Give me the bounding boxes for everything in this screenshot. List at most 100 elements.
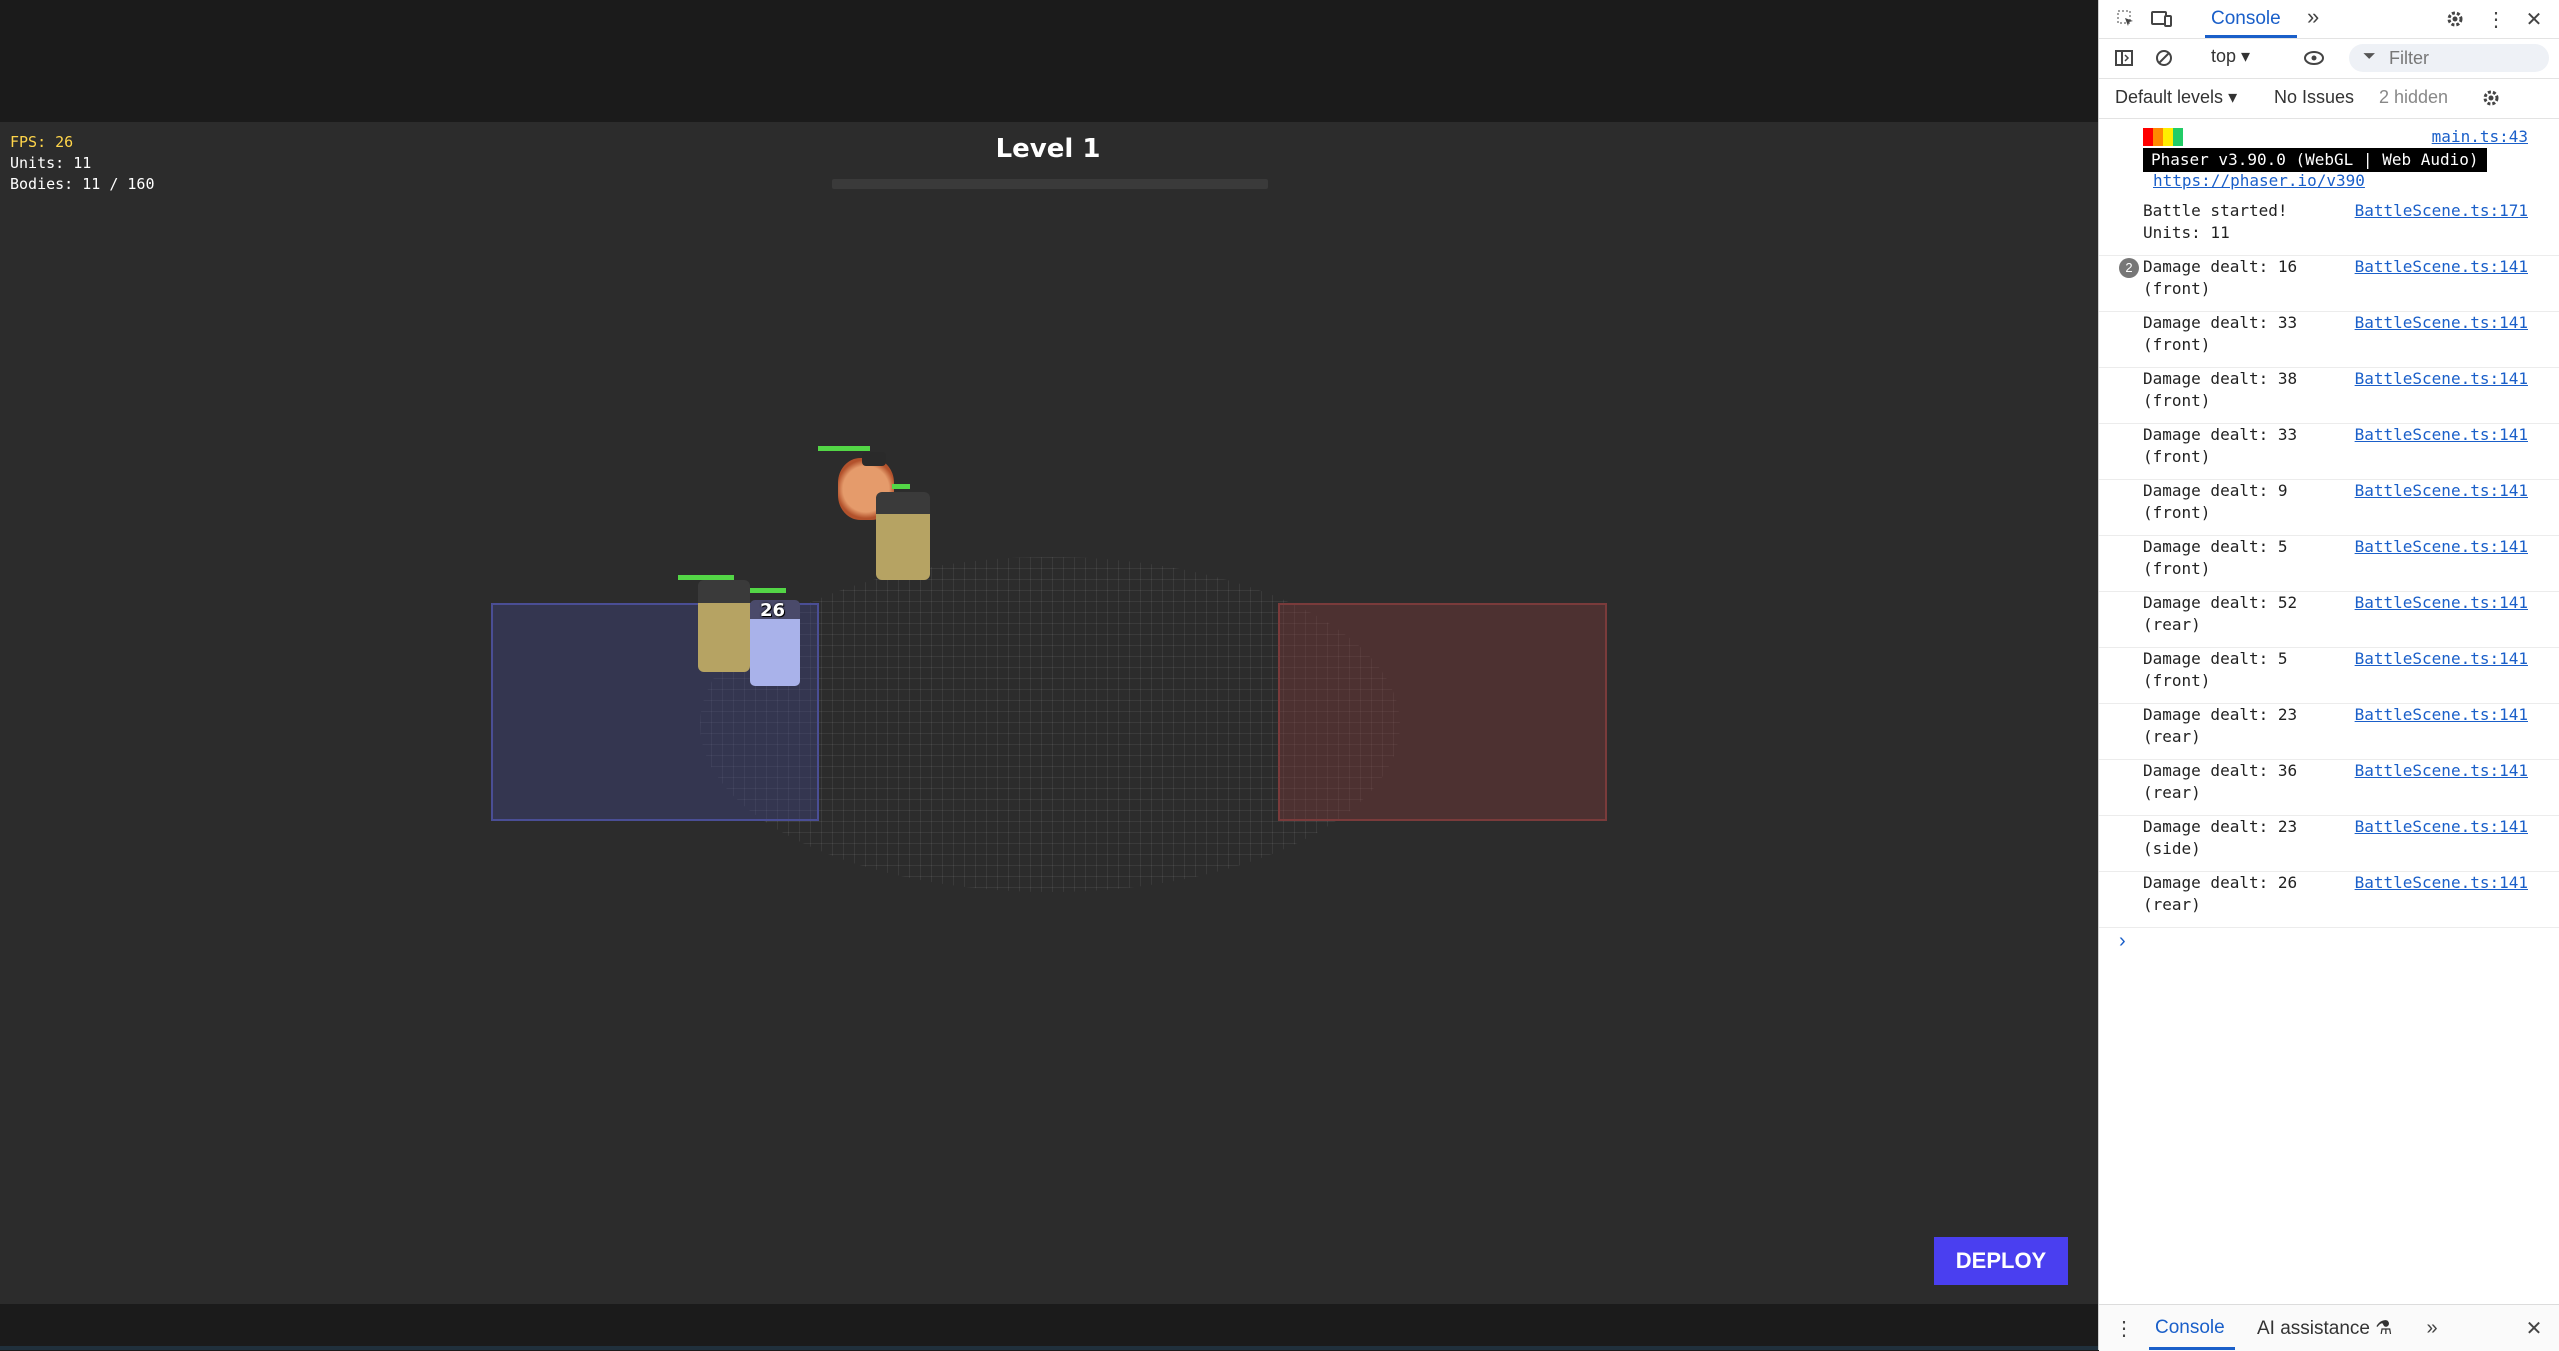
filter-placeholder: Filter: [2389, 48, 2429, 68]
console-message: Damage dealt: 5 (front) BattleScene.ts:14…: [2099, 648, 2559, 704]
unit-head: [862, 452, 886, 466]
game-canvas[interactable]: FPS: 26 Units: 11 Bodies: 11 / 160 Level…: [0, 122, 2098, 1304]
flask-icon: ⚗: [2375, 1318, 2393, 1339]
message-text: Damage dealt: 5 (front): [2143, 649, 2288, 690]
console-message: Damage dealt: 36 (rear) BattleScene.ts:14…: [2099, 760, 2559, 816]
default-levels-dropdown[interactable]: Default levels ▾: [2115, 87, 2237, 108]
message-source-link[interactable]: BattleScene.ts:141: [2355, 536, 2528, 558]
message-text: Damage dealt: 5 (front): [2143, 537, 2288, 578]
deploy-button[interactable]: DEPLOY: [1934, 1237, 2068, 1285]
message-source-link[interactable]: BattleScene.ts:141: [2355, 816, 2528, 838]
message-source-link[interactable]: BattleScene.ts:141: [2355, 872, 2528, 894]
message-source-link[interactable]: BattleScene.ts:141: [2355, 256, 2528, 278]
devtools-panel: Console » ⋮ ✕ top ▾ ⏷ Filter Default lev…: [2098, 0, 2559, 1351]
message-text: Damage dealt: 9 (front): [2143, 481, 2288, 522]
message-source-link[interactable]: BattleScene.ts:141: [2355, 312, 2528, 334]
tab-console[interactable]: Console: [2211, 8, 2281, 30]
drawer-tab-console[interactable]: Console: [2155, 1317, 2225, 1339]
message-source-link[interactable]: BattleScene.ts:141: [2355, 368, 2528, 390]
message-source-link[interactable]: BattleScene.ts:141: [2355, 704, 2528, 726]
console-message: Damage dealt: 23 (side) BattleScene.ts:14…: [2099, 816, 2559, 872]
console-message: Battle started! Units: 11 BattleScene.ts:…: [2099, 200, 2559, 256]
filter-icon: ⏷: [2363, 48, 2376, 65]
message-text: Damage dealt: 52 (rear): [2143, 593, 2298, 634]
message-text: Battle started! Units: 11: [2143, 201, 2288, 242]
console-message: Damage dealt: 33 (front) BattleScene.ts:1…: [2099, 424, 2559, 480]
drawer-tabbar: ⋮ Console AI assistance ⚗ » ✕: [2099, 1304, 2559, 1351]
more-tabs-icon[interactable]: »: [2307, 4, 2319, 30]
close-devtools-icon[interactable]: ✕: [2523, 8, 2545, 31]
console-message: Damage dealt: 9 (front) BattleScene.ts:14…: [2099, 480, 2559, 536]
repeat-count-badge: 2: [2119, 258, 2139, 278]
message-source-link[interactable]: BattleScene.ts:141: [2355, 424, 2528, 446]
drawer-tab-ai-assistance[interactable]: AI assistance ⚗: [2257, 1317, 2392, 1340]
default-levels-label: Default levels: [2115, 87, 2224, 107]
context-selector-label: top: [2211, 46, 2237, 66]
issues-counter[interactable]: No Issues: [2274, 87, 2354, 108]
units-counter: Units: 11: [10, 154, 92, 172]
inspect-element-icon[interactable]: [2115, 8, 2137, 30]
console-message: Damage dealt: 26 (rear) BattleScene.ts:14…: [2099, 872, 2559, 928]
debug-hud: FPS: 26 Units: 11 Bodies: 11 / 160: [10, 132, 155, 195]
console-message: 2 Damage dealt: 16 (front) BattleScene.ts:…: [2099, 256, 2559, 312]
message-text: Damage dealt: 16 (front): [2143, 257, 2298, 298]
level-title: Level 1: [995, 134, 1101, 164]
filter-input[interactable]: ⏷ Filter: [2349, 44, 2549, 72]
console-message: Damage dealt: 33 (front) BattleScene.ts:1…: [2099, 312, 2559, 368]
enemy-deploy-zone: [1278, 603, 1607, 821]
phaser-color-bars: [2143, 128, 2183, 146]
message-source-link[interactable]: BattleScene.ts:141: [2355, 648, 2528, 670]
console-message: Damage dealt: 52 (rear) BattleScene.ts:14…: [2099, 592, 2559, 648]
context-selector[interactable]: top ▾: [2211, 46, 2250, 67]
unit-hp-bar: [892, 484, 910, 489]
clear-console-icon[interactable]: [2153, 47, 2175, 69]
console-toolbar: top ▾ ⏷ Filter: [2099, 38, 2559, 79]
console-settings-gear-icon[interactable]: [2480, 87, 2502, 109]
sidebar-toggle-icon[interactable]: [2113, 47, 2135, 69]
live-expression-eye-icon[interactable]: [2303, 47, 2325, 69]
damage-popup: 26: [760, 600, 786, 621]
devtools-tabbar: Console » ⋮ ✕: [2099, 0, 2559, 39]
fps-counter: FPS: 26: [10, 133, 74, 151]
message-text: Damage dealt: 38 (front): [2143, 369, 2298, 410]
ai-assistance-label: AI assistance: [2257, 1318, 2370, 1339]
bottom-bar: [0, 1304, 2098, 1350]
bottom-divider: [0, 1346, 2098, 1350]
message-source-link[interactable]: BattleScene.ts:141: [2355, 592, 2528, 614]
message-source-link[interactable]: BattleScene.ts:141: [2355, 480, 2528, 502]
message-text: Damage dealt: 36 (rear): [2143, 761, 2298, 802]
unit-hp-bar: [818, 446, 870, 451]
console-message: Damage dealt: 5 (front) BattleScene.ts:14…: [2099, 536, 2559, 592]
more-options-icon[interactable]: ⋮: [2485, 8, 2507, 31]
console-message: Damage dealt: 38 (front) BattleScene.ts:1…: [2099, 368, 2559, 424]
bodies-counter: Bodies: 11 / 160: [10, 175, 155, 193]
phaser-banner: Phaser v3.90.0 (WebGL | Web Audio): [2143, 148, 2487, 172]
hidden-messages-count: 2 hidden: [2379, 87, 2449, 107]
drawer-menu-icon[interactable]: ⋮: [2113, 1317, 2135, 1340]
console-message: main.ts:43 Phaser v3.90.0 (WebGL | Web A…: [2099, 118, 2559, 196]
more-drawer-tabs-icon[interactable]: »: [2421, 1317, 2443, 1339]
message-text: Damage dealt: 33 (front): [2143, 313, 2298, 354]
message-separator: [2099, 927, 2559, 928]
close-drawer-icon[interactable]: ✕: [2523, 1317, 2545, 1340]
console-levels-bar: Default levels ▾ No Issues 2 hidden: [2099, 78, 2559, 119]
phaser-link[interactable]: https://phaser.io/v390: [2153, 170, 2365, 192]
message-text: Damage dealt: 33 (front): [2143, 425, 2298, 466]
game-area: FPS: 26 Units: 11 Bodies: 11 / 160 Level…: [0, 0, 2098, 1350]
top-bar: [0, 0, 2098, 122]
console-prompt[interactable]: ›: [2119, 930, 2126, 953]
message-source-link[interactable]: main.ts:43: [2432, 126, 2528, 148]
unit-hp-bar: [744, 588, 786, 593]
chevron-down-icon: ▾: [2228, 87, 2238, 107]
device-toolbar-icon[interactable]: [2151, 8, 2173, 30]
console-message: Damage dealt: 23 (rear) BattleScene.ts:14…: [2099, 704, 2559, 760]
message-source-link[interactable]: BattleScene.ts:171: [2355, 200, 2528, 222]
message-text: Damage dealt: 26 (rear): [2143, 873, 2298, 914]
chevron-down-icon: ▾: [2241, 46, 2251, 66]
message-text: Damage dealt: 23 (rear): [2143, 705, 2298, 746]
unit-sprite[interactable]: [876, 492, 930, 580]
settings-gear-icon[interactable]: [2444, 8, 2466, 30]
unit-sprite[interactable]: [698, 580, 750, 672]
message-source-link[interactable]: BattleScene.ts:141: [2355, 760, 2528, 782]
level-progress-bar: [832, 179, 1268, 189]
